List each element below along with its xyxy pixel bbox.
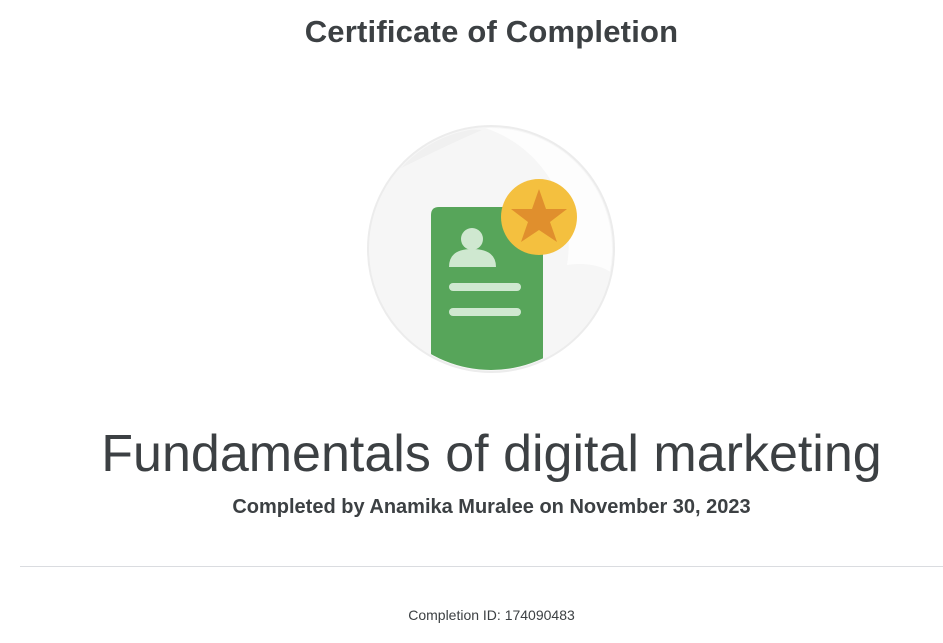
certificate-page: Certificate of Completion Fundamentals o… bbox=[0, 0, 943, 643]
certificate-heading: Certificate of Completion bbox=[304, 14, 679, 49]
completed-by-line: Completed by Anamika Muralee on November… bbox=[232, 496, 751, 518]
course-title: Fundamentals of digital marketing bbox=[101, 425, 882, 483]
divider bbox=[20, 566, 943, 567]
certificate-badge-icon bbox=[367, 125, 615, 373]
completion-id: Completion ID: 174090483 bbox=[408, 607, 575, 623]
